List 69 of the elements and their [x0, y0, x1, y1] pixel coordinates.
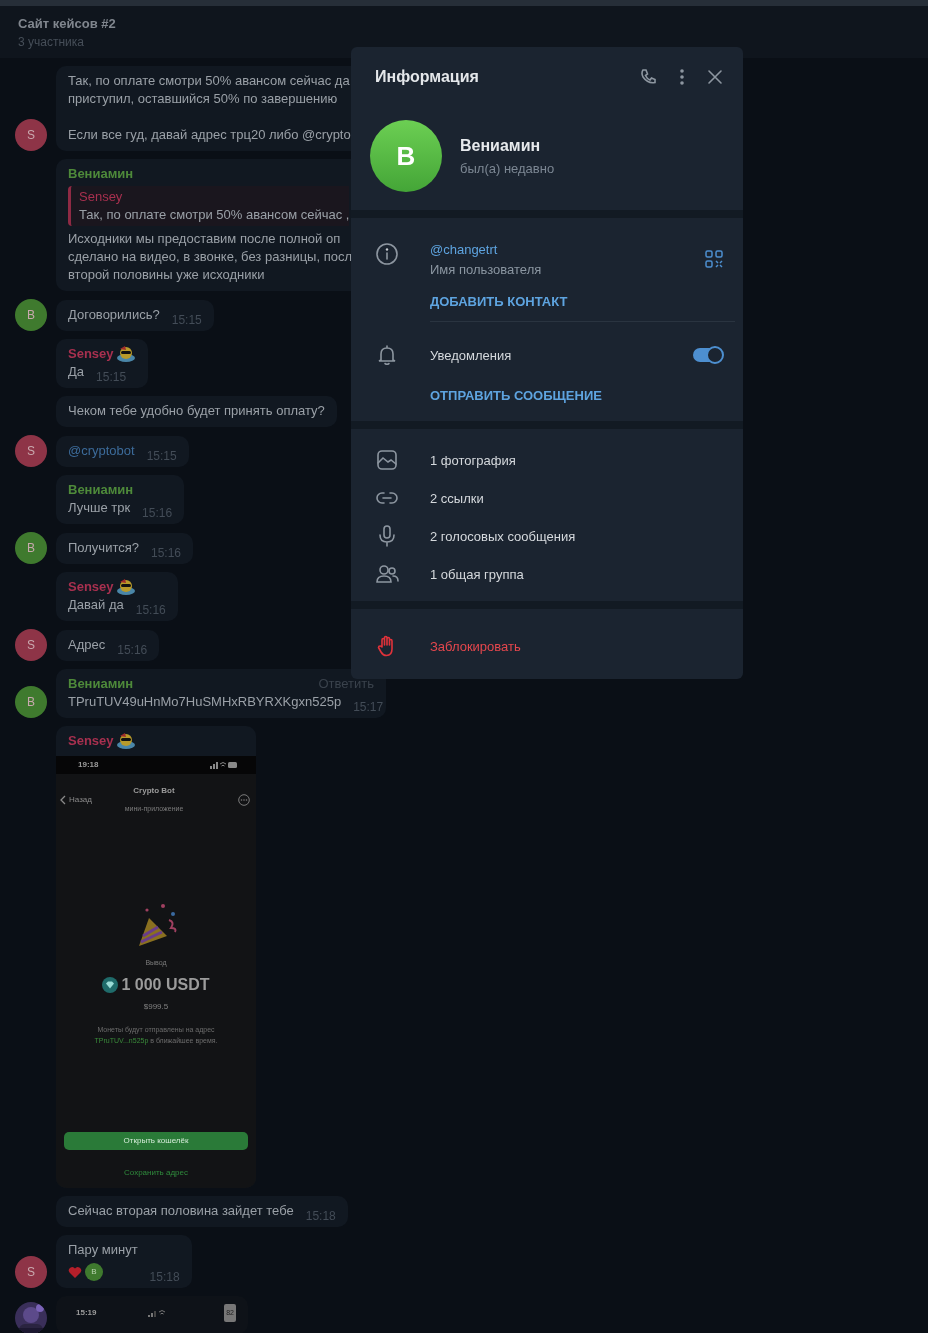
status-clock: 19:18 [78, 759, 99, 771]
photo-icon [375, 448, 399, 472]
sender-name[interactable]: Вениамин [68, 165, 134, 183]
avatar: B [15, 532, 47, 564]
info-icon [375, 242, 399, 266]
sender-name[interactable]: Вениамин [68, 675, 134, 693]
block-button[interactable]: Заблокировать [351, 609, 743, 679]
message-text: Чеком тебе удобно будет принять оплату? [68, 402, 325, 420]
status-clock: 15:19 [76, 1307, 97, 1319]
profile-name: Вениамин [460, 136, 542, 155]
add-contact-button[interactable]: ДОБАВИТЬ КОНТАКТ [430, 294, 568, 309]
message-text: Адрес [68, 636, 106, 654]
username-link[interactable]: @changetrt [430, 242, 498, 257]
mention-link[interactable]: @cryptobot [68, 442, 135, 460]
sender-name[interactable]: Sensey [68, 578, 114, 596]
media-row[interactable]: 1 фотография [351, 441, 743, 479]
status-icons [210, 761, 238, 769]
message-text: Сейчас вторая половина зайдет тебе [68, 1202, 294, 1220]
message-text: Лучше трк [68, 499, 131, 517]
people-icon [375, 562, 399, 586]
reactor-avatar: B [85, 1263, 103, 1281]
media-row[interactable]: 2 голосовых сообщения [351, 517, 743, 555]
amount: 1 000 USDT [121, 976, 210, 994]
app-title: Crypto Bot [132, 785, 176, 797]
message-text: TPruTUV49uHnMo7HuSMHxRBYRXKgxn525p [68, 693, 342, 711]
more-icon[interactable] [679, 67, 685, 86]
message-text: Пару минут [68, 1241, 138, 1259]
media-row[interactable]: 2 ссылки [351, 479, 743, 517]
qr-code-icon[interactable] [705, 250, 723, 268]
message-text: Давай да [68, 596, 124, 614]
reply-quote[interactable]: Sensey Так, по оплате смотри 50% авансом сейчас , [68, 186, 350, 226]
notifications-toggle[interactable] [693, 348, 723, 362]
more-icon[interactable] [238, 794, 250, 806]
gem-icon [102, 977, 119, 993]
send-message-button[interactable]: ОТПРАВИТЬ СООБЩЕНИЕ [430, 388, 602, 403]
avatar: B [15, 299, 47, 331]
chevron-left-icon [60, 795, 66, 805]
message-text: Получится? [68, 539, 139, 557]
chat-title: Сайт кейсов #2 [18, 16, 116, 31]
back-link[interactable]: Назад [60, 791, 110, 809]
message-text: Так, по оплате смотри 50% авансом сейчас да приступил, оставшийся 50% по завершению [68, 72, 350, 108]
message-text: Если все гуд, давай адрес трц20 либо @crypto [68, 126, 351, 144]
phone-icon[interactable] [639, 67, 657, 86]
reaction[interactable]: B [68, 1263, 103, 1281]
sender-name[interactable]: Sensey [68, 732, 114, 750]
avatar: S [15, 119, 47, 151]
profile-avatar: B [370, 120, 442, 192]
message-text: Договорились? [68, 306, 160, 324]
quote-author: Sensey [79, 188, 123, 206]
heart-icon [68, 1265, 82, 1279]
avatar: S [15, 629, 47, 661]
panel-title: Информация [375, 67, 479, 86]
open-wallet-button[interactable]: Открыть кошелёк [64, 1132, 248, 1150]
sender-name[interactable]: Sensey [68, 345, 114, 363]
fiat-amount: $999.5 [143, 1001, 169, 1013]
quote-text: Так, по оплате смотри 50% авансом сейчас , [79, 206, 350, 224]
save-address-link[interactable]: Сохранить адрес [124, 1164, 188, 1182]
close-icon[interactable] [707, 68, 723, 85]
avatar: S [15, 435, 47, 467]
field-label: Имя пользователя [430, 262, 543, 277]
message-text: Исходники мы предоставим после полной оп сделано на видео, в звонке, без разницы, посл второй половины уже исходники [68, 230, 352, 284]
message-text: Да [68, 363, 85, 381]
notifications-label: Уведомления [430, 347, 513, 363]
avatar: S [15, 1256, 47, 1288]
last-seen-status: был(а) недавно [460, 160, 555, 176]
avatar: B [15, 686, 47, 718]
sender-name[interactable]: Вениамин [68, 481, 134, 499]
member-count: 3 участника [18, 35, 84, 49]
media-row[interactable]: 1 общая группа [351, 555, 743, 593]
